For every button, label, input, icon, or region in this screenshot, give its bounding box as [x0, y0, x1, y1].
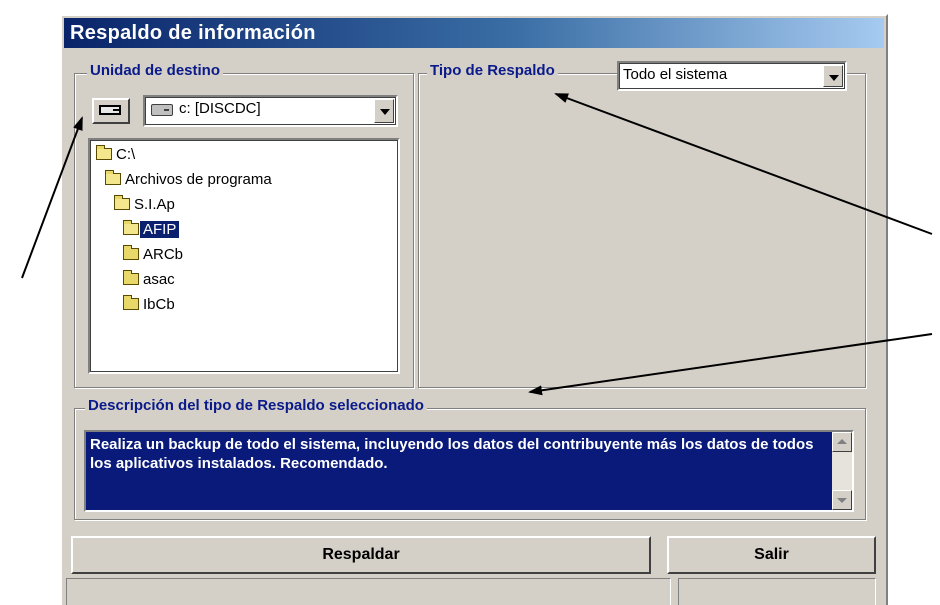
description-text: Realiza un backup de todo el sistema, in…: [90, 436, 814, 472]
open-folder-icon: [105, 170, 121, 186]
destination-group-label: Unidad de destino: [87, 62, 224, 79]
drive-combobox-value: c: [DISCDC]: [179, 100, 261, 117]
status-bar-panel-secondary: [678, 578, 876, 605]
backup-type-combobox[interactable]: Todo el sistema: [617, 61, 847, 91]
description-scrollbar[interactable]: [832, 432, 852, 510]
folder-icon: [123, 295, 139, 311]
folder-icon: [123, 245, 139, 261]
tree-item[interactable]: ARCb: [123, 244, 186, 266]
window-title: Respaldo de información: [64, 18, 884, 48]
network-drive-button[interactable]: [92, 98, 130, 124]
backup-type-combobox-value: Todo el sistema: [623, 66, 728, 83]
tree-item-label: C:\: [116, 146, 136, 163]
tree-item[interactable]: AFIP: [123, 219, 180, 241]
exit-button[interactable]: Salir: [667, 536, 876, 574]
tree-item[interactable]: C:\: [96, 144, 138, 166]
description-textbox[interactable]: Realiza un backup de todo el sistema, in…: [84, 430, 854, 512]
tree-item[interactable]: S.I.Ap: [114, 194, 178, 216]
tree-item-label: IbCb: [143, 296, 175, 313]
tree-item-label: asac: [143, 271, 175, 288]
hard-drive-icon: [151, 104, 173, 116]
folder-tree[interactable]: C:\ Archivos de programa S.I.Ap AFIP ARCb asa…: [88, 138, 400, 374]
drive-combobox[interactable]: c: [DISCDC]: [143, 95, 398, 127]
open-folder-icon: [96, 145, 112, 161]
scroll-up-button[interactable]: [832, 432, 852, 452]
backup-type-dropdown-arrow[interactable]: [823, 65, 843, 87]
tree-item[interactable]: Archivos de programa: [105, 169, 275, 191]
tree-item-label: Archivos de programa: [125, 171, 272, 188]
backup-button[interactable]: Respaldar: [71, 536, 651, 574]
scroll-down-button[interactable]: [832, 490, 852, 510]
backup-type-group: Tipo de Respaldo: [418, 62, 866, 388]
open-folder-icon: [114, 195, 130, 211]
folder-icon: [123, 270, 139, 286]
backup-type-group-label: Tipo de Respaldo: [427, 62, 558, 79]
open-folder-icon: [123, 220, 139, 236]
description-group-label: Descripción del tipo de Respaldo selecci…: [85, 397, 427, 414]
tree-item-label: AFIP: [140, 221, 180, 238]
drive-dropdown-arrow[interactable]: [374, 99, 394, 123]
tree-item-label: S.I.Ap: [134, 196, 175, 213]
tree-item[interactable]: asac: [123, 269, 178, 291]
tree-item-label: ARCb: [143, 246, 184, 263]
status-bar-panel-main: [66, 578, 671, 605]
tree-item[interactable]: IbCb: [123, 294, 178, 316]
